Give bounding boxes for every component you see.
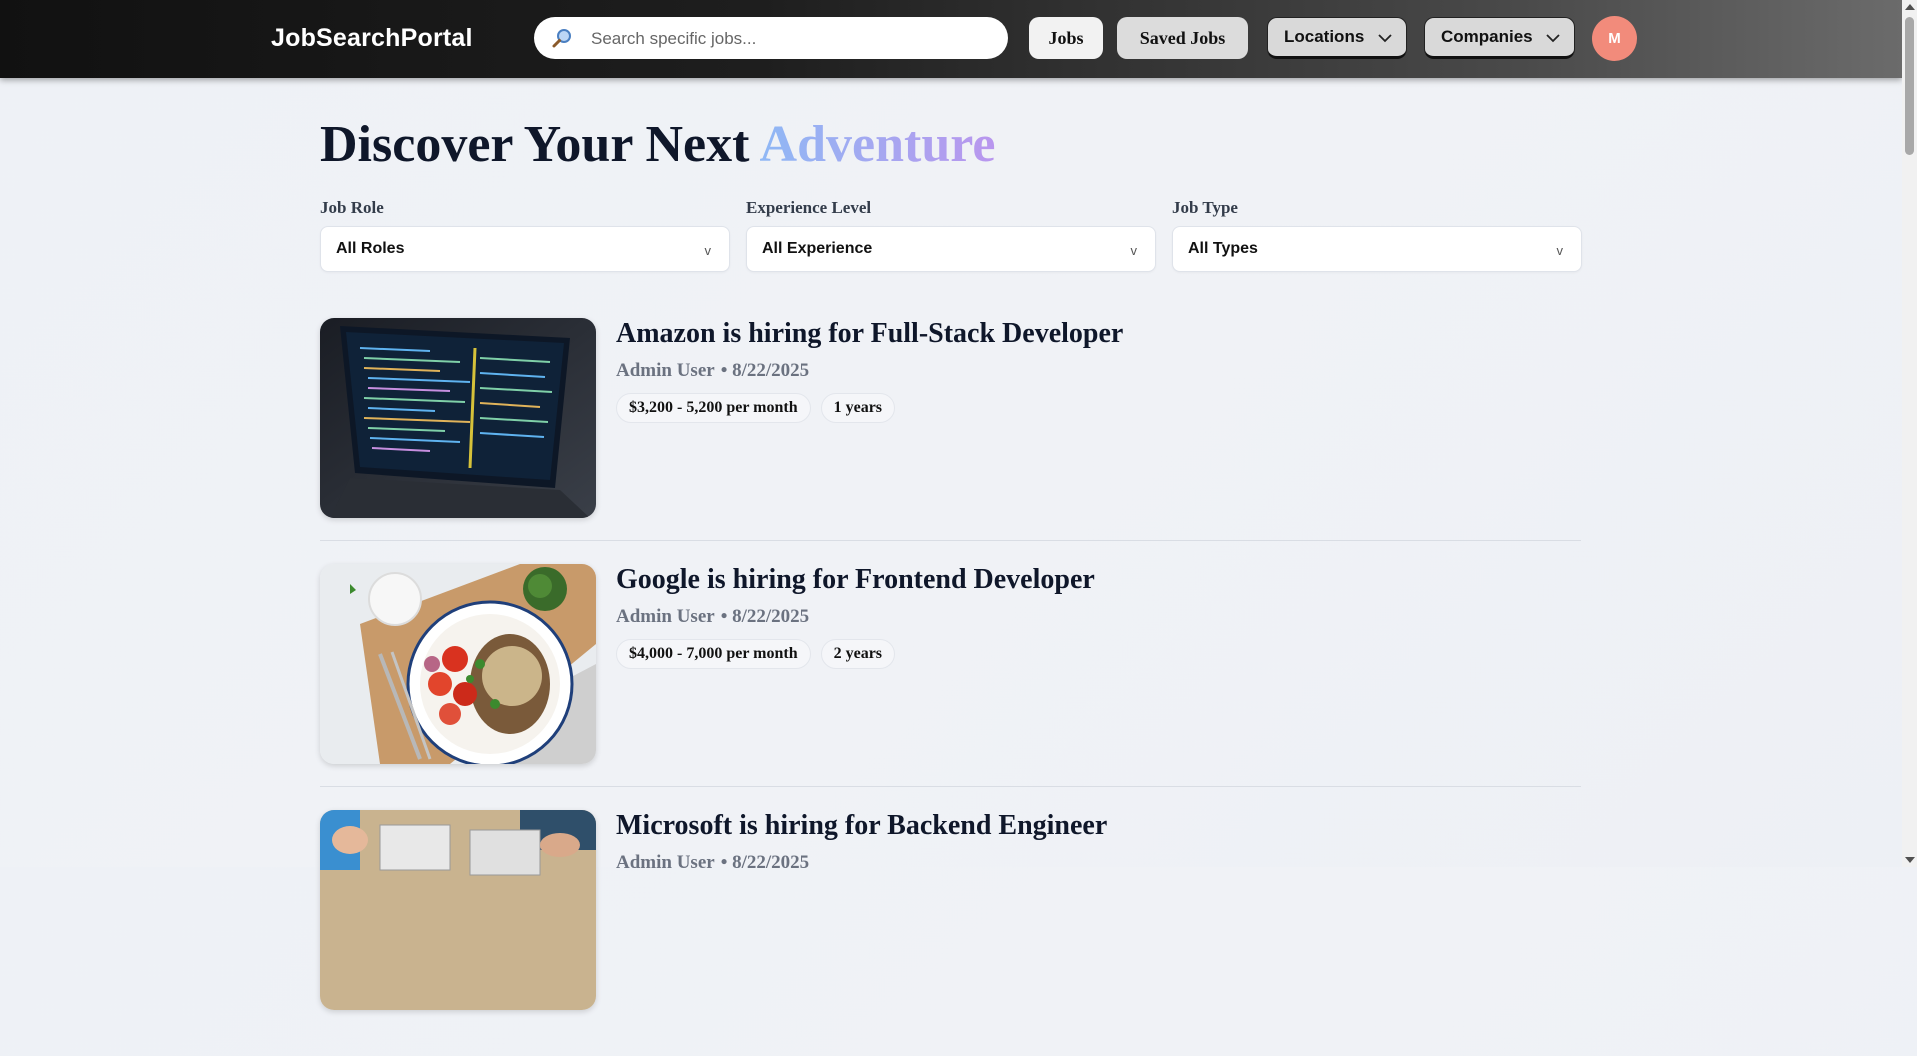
experience-tag: 2 years bbox=[820, 639, 896, 669]
saved-jobs-nav-button[interactable]: Saved Jobs bbox=[1117, 17, 1248, 59]
chevron-down-icon bbox=[1546, 34, 1560, 43]
job-date: • 8/22/2025 bbox=[720, 606, 810, 627]
job-divider bbox=[320, 540, 1581, 541]
page-title-accent: Adventure bbox=[759, 116, 996, 173]
job-role-filter: Job Role All Roles v bbox=[320, 198, 730, 272]
job-card[interactable]: Microsoft is hiring for Backend Engineer… bbox=[320, 810, 1581, 1056]
food-plate-image bbox=[320, 564, 596, 764]
page-scrollbar[interactable] bbox=[1902, 0, 1917, 867]
top-navbar: JobSearchPortal Jobs Saved Jobs Location… bbox=[0, 0, 1902, 78]
job-title[interactable]: Amazon is hiring for Full-Stack Develope… bbox=[616, 318, 1123, 350]
job-title[interactable]: Google is hiring for Frontend Developer bbox=[616, 564, 1095, 596]
user-avatar[interactable]: M bbox=[1592, 16, 1637, 61]
companies-label: Companies bbox=[1441, 27, 1533, 46]
experience-tag: 1 years bbox=[820, 393, 896, 423]
job-type-label: Job Type bbox=[1172, 198, 1238, 217]
site-logo[interactable]: JobSearchPortal bbox=[271, 24, 473, 53]
companies-dropdown[interactable]: Companies bbox=[1424, 17, 1575, 59]
experience-level-filter: Experience Level All Experience v bbox=[746, 198, 1156, 272]
laptop-code-image bbox=[320, 318, 596, 518]
job-author: Admin User bbox=[616, 360, 715, 381]
search-input[interactable] bbox=[589, 17, 993, 61]
page-title: Discover Your Next Adventure bbox=[320, 115, 995, 174]
dropdown-arrow-icon: v bbox=[1130, 243, 1138, 258]
job-meta: Admin User • 8/22/2025 bbox=[616, 360, 809, 382]
job-role-value: All Roles bbox=[336, 240, 405, 257]
locations-dropdown[interactable]: Locations bbox=[1267, 17, 1407, 59]
job-role-select[interactable]: All Roles v bbox=[320, 226, 730, 272]
salary-tag: $3,200 - 5,200 per month bbox=[616, 393, 811, 423]
salary-tag: $4,000 - 7,000 per month bbox=[616, 639, 811, 669]
experience-level-select[interactable]: All Experience v bbox=[746, 226, 1156, 272]
job-role-label: Job Role bbox=[320, 198, 384, 217]
job-thumbnail-laptop-code[interactable] bbox=[320, 318, 596, 518]
job-type-value: All Types bbox=[1188, 240, 1258, 257]
job-thumbnail-team-laptops[interactable] bbox=[320, 810, 596, 1010]
job-meta: Admin User • 8/22/2025 bbox=[616, 606, 809, 628]
scroll-up-arrow-icon[interactable] bbox=[1905, 4, 1915, 10]
search-icon bbox=[552, 29, 571, 48]
job-card[interactable]: Google is hiring for Frontend Developer … bbox=[320, 564, 1581, 810]
job-date: • 8/22/2025 bbox=[720, 852, 810, 873]
job-title[interactable]: Microsoft is hiring for Backend Engineer bbox=[616, 810, 1107, 842]
job-author: Admin User bbox=[616, 852, 715, 873]
job-card[interactable]: Amazon is hiring for Full-Stack Develope… bbox=[320, 318, 1581, 564]
experience-level-value: All Experience bbox=[762, 240, 873, 257]
team-laptops-image bbox=[320, 810, 596, 1010]
job-tags: $3,200 - 5,200 per month 1 years bbox=[616, 393, 896, 423]
job-author: Admin User bbox=[616, 606, 715, 627]
chevron-down-icon bbox=[1378, 34, 1392, 43]
job-tags: $4,000 - 7,000 per month 2 years bbox=[616, 639, 896, 669]
scroll-down-arrow-icon[interactable] bbox=[1905, 857, 1915, 863]
job-type-select[interactable]: All Types v bbox=[1172, 226, 1582, 272]
scroll-thumb[interactable] bbox=[1905, 17, 1914, 155]
experience-level-label: Experience Level bbox=[746, 198, 872, 217]
job-divider bbox=[320, 786, 1581, 787]
page-title-main: Discover Your Next bbox=[320, 116, 760, 173]
job-date: • 8/22/2025 bbox=[720, 360, 810, 381]
jobs-nav-button[interactable]: Jobs bbox=[1029, 17, 1103, 59]
locations-label: Locations bbox=[1284, 27, 1365, 46]
search-bar[interactable] bbox=[534, 17, 1008, 61]
dropdown-arrow-icon: v bbox=[704, 243, 712, 258]
dropdown-arrow-icon: v bbox=[1556, 243, 1564, 258]
job-type-filter: Job Type All Types v bbox=[1172, 198, 1582, 272]
job-thumbnail-food-plate[interactable] bbox=[320, 564, 596, 764]
job-meta: Admin User • 8/22/2025 bbox=[616, 852, 809, 874]
